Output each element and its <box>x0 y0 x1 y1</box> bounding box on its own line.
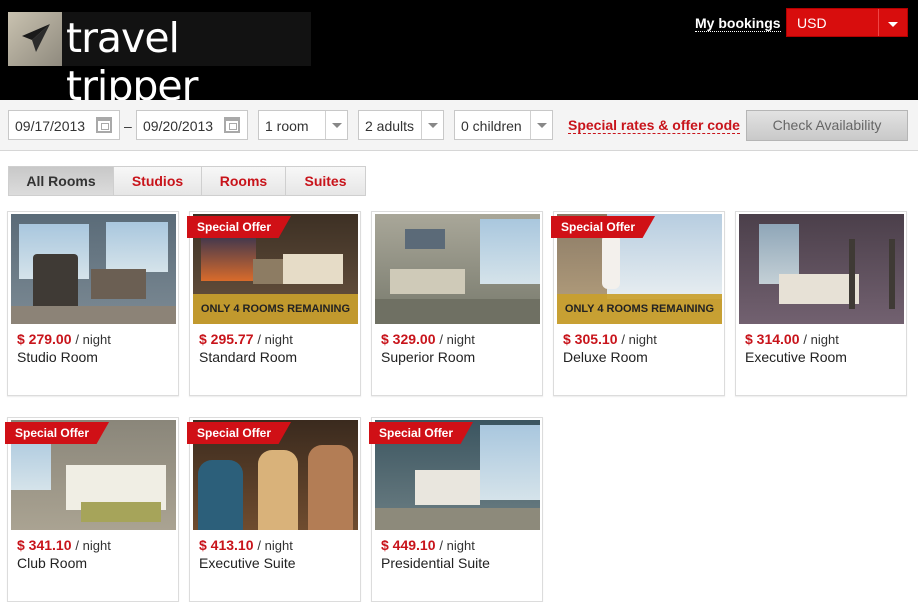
chevron-down-icon <box>530 111 552 139</box>
search-bar: 09/17/2013 – 09/20/2013 1 room 2 adults … <box>0 100 918 151</box>
room-name[interactable]: Standard Room <box>199 349 297 365</box>
room-name[interactable]: Executive Suite <box>199 555 296 571</box>
tab-suites[interactable]: Suites <box>286 166 366 196</box>
rooms-remaining-banner: ONLY 4 ROOMS REMAINING <box>193 294 358 324</box>
calendar-icon[interactable] <box>96 117 112 133</box>
room-card[interactable]: $ 279.00 / night Studio Room <box>7 211 179 396</box>
rooms-select[interactable]: 1 room <box>258 110 348 140</box>
checkout-date-field[interactable]: 09/20/2013 <box>136 110 248 140</box>
room-price: $ 279.00 / night <box>17 331 111 347</box>
chevron-down-icon <box>325 111 347 139</box>
date-separator: – <box>124 118 132 134</box>
tab-rooms[interactable]: Rooms <box>202 166 286 196</box>
room-card[interactable]: Special Offer $ 413.10 / night Executive… <box>187 417 361 602</box>
adults-value: 2 adults <box>365 118 415 134</box>
children-select[interactable]: 0 children <box>454 110 553 140</box>
room-card[interactable]: ONLY 4 ROOMS REMAINING Special Offer $ 2… <box>187 211 361 396</box>
room-price: $ 295.77 / night <box>199 331 293 347</box>
adults-select[interactable]: 2 adults <box>358 110 444 140</box>
room-card[interactable]: $ 314.00 / night Executive Room <box>735 211 907 396</box>
room-name[interactable]: Presidential Suite <box>381 555 490 571</box>
room-name[interactable]: Studio Room <box>17 349 98 365</box>
special-offer-badge: Special Offer <box>551 216 656 238</box>
room-card[interactable]: ONLY 4 ROOMS REMAINING Special Offer $ 3… <box>551 211 725 396</box>
room-price: $ 305.10 / night <box>563 331 657 347</box>
room-price: $ 413.10 / night <box>199 537 293 553</box>
special-rates-link[interactable]: Special rates & offer code <box>568 117 740 134</box>
room-photo[interactable] <box>739 214 904 324</box>
checkout-date-value: 09/20/2013 <box>143 118 214 134</box>
tab-all-rooms[interactable]: All Rooms <box>8 166 114 196</box>
calendar-icon[interactable] <box>224 117 240 133</box>
my-bookings-link[interactable]: My bookings <box>695 15 781 32</box>
special-offer-badge: Special Offer <box>369 422 474 444</box>
checkin-date-field[interactable]: 09/17/2013 <box>8 110 120 140</box>
children-value: 0 children <box>461 118 522 134</box>
room-filter-tabs: All Rooms Studios Rooms Suites <box>8 166 366 196</box>
room-name[interactable]: Executive Room <box>745 349 847 365</box>
rooms-value: 1 room <box>265 118 309 134</box>
room-price: $ 329.00 / night <box>381 331 475 347</box>
chevron-down-icon <box>421 111 443 139</box>
room-name[interactable]: Club Room <box>17 555 87 571</box>
currency-value: USD <box>797 15 827 31</box>
special-offer-badge: Special Offer <box>187 216 292 238</box>
checkin-date-value: 09/17/2013 <box>15 118 86 134</box>
site-header: travel tripper My bookings USD <box>0 0 918 110</box>
rooms-remaining-banner: ONLY 4 ROOMS REMAINING <box>557 294 722 324</box>
room-price: $ 314.00 / night <box>745 331 839 347</box>
brand-name: travel tripper <box>66 14 198 110</box>
check-availability-button[interactable]: Check Availability <box>746 110 908 141</box>
brand-logo[interactable]: travel tripper <box>8 12 311 110</box>
special-offer-badge: Special Offer <box>187 422 292 444</box>
room-card[interactable]: Special Offer $ 449.10 / night President… <box>369 417 543 602</box>
room-name[interactable]: Deluxe Room <box>563 349 648 365</box>
special-offer-badge: Special Offer <box>5 422 110 444</box>
currency-select[interactable]: USD <box>786 8 908 37</box>
room-price: $ 449.10 / night <box>381 537 475 553</box>
room-card[interactable]: $ 329.00 / night Superior Room <box>371 211 543 396</box>
chevron-down-icon <box>888 22 898 27</box>
room-photo[interactable] <box>11 214 176 324</box>
tab-studios[interactable]: Studios <box>114 166 202 196</box>
currency-divider <box>878 9 879 36</box>
room-price: $ 341.10 / night <box>17 537 111 553</box>
room-card[interactable]: Special Offer $ 341.10 / night Club Room <box>5 417 179 602</box>
paper-plane-icon <box>8 12 62 66</box>
room-name[interactable]: Superior Room <box>381 349 475 365</box>
room-photo[interactable] <box>375 214 540 324</box>
